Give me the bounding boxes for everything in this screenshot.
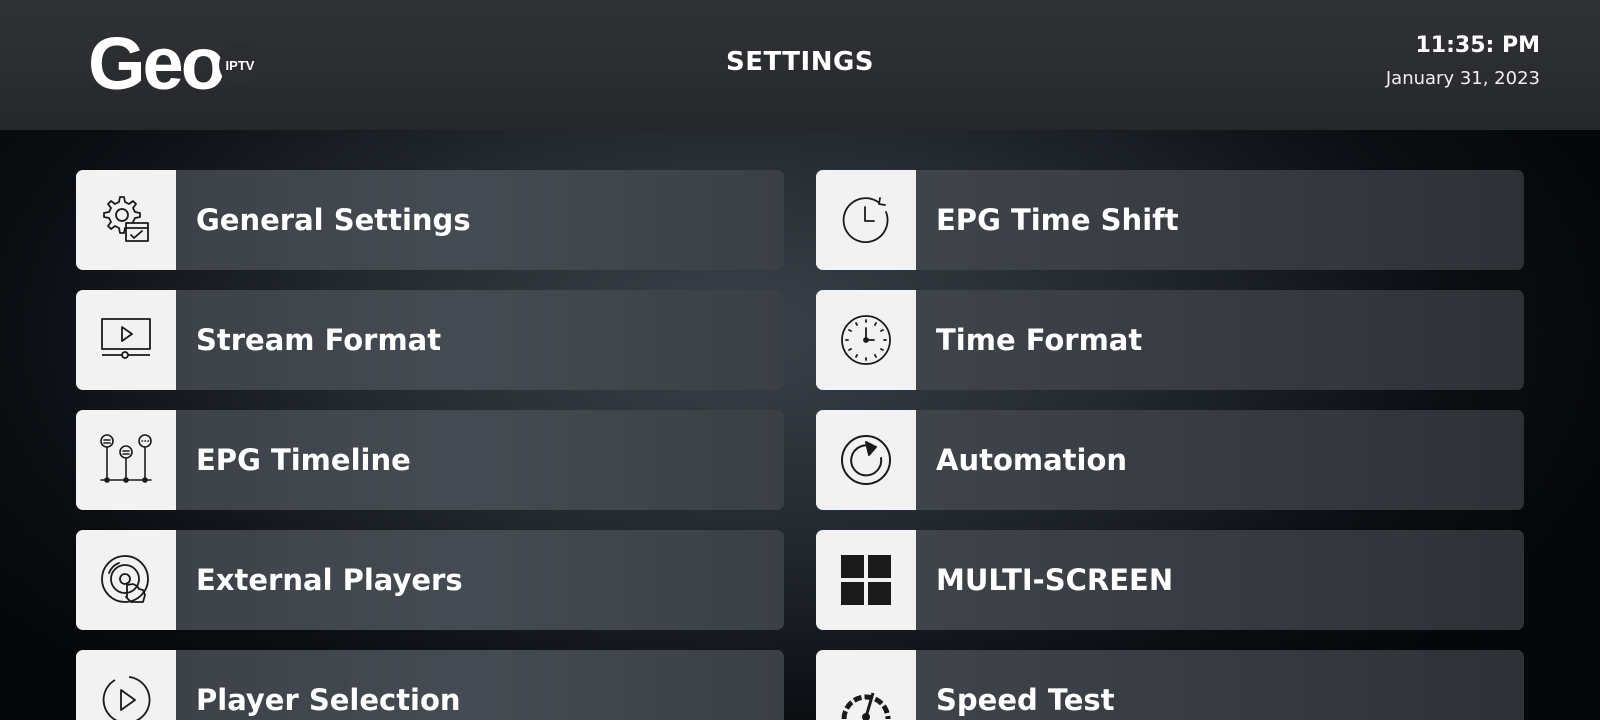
clock-icon: [816, 290, 916, 390]
play-circle-icon: [76, 650, 176, 720]
stream-format-button[interactable]: Stream Format: [76, 290, 784, 390]
time-format-label: Time Format: [936, 323, 1143, 357]
automation-label: Automation: [936, 443, 1128, 477]
external-players-button[interactable]: External Players: [76, 530, 784, 630]
player-selection-button[interactable]: Player Selection: [76, 650, 784, 720]
stream-format-label: Stream Format: [196, 323, 442, 357]
time-format-button[interactable]: Time Format: [816, 290, 1524, 390]
automation-button[interactable]: Automation: [816, 410, 1524, 510]
settings-grid: General Settings Stream Format EPG Timel…: [0, 0, 1600, 720]
gear-checklist-icon: [76, 170, 176, 270]
multi-screen-button[interactable]: MULTI-SCREEN: [816, 530, 1524, 630]
clock-arrow-icon: [816, 170, 916, 270]
speed-test-label: Speed Test: [936, 683, 1115, 717]
epg-time-shift-button[interactable]: EPG Time Shift: [816, 170, 1524, 270]
general-settings-button[interactable]: General Settings: [76, 170, 784, 270]
grid-icon: [816, 530, 916, 630]
external-players-label: External Players: [196, 563, 463, 597]
player-selection-label: Player Selection: [196, 683, 461, 717]
epg-timeline-button[interactable]: EPG Timeline: [76, 410, 784, 510]
refresh-icon: [816, 410, 916, 510]
epg-time-shift-label: EPG Time Shift: [936, 203, 1179, 237]
multi-screen-label: MULTI-SCREEN: [936, 563, 1174, 597]
timeline-icon: [76, 410, 176, 510]
video-player-icon: [76, 290, 176, 390]
general-settings-label: General Settings: [196, 203, 471, 237]
epg-timeline-label: EPG Timeline: [196, 443, 411, 477]
speedometer-icon: [816, 650, 916, 720]
speed-test-button[interactable]: Speed Test: [816, 650, 1524, 720]
disc-hand-icon: [76, 530, 176, 630]
